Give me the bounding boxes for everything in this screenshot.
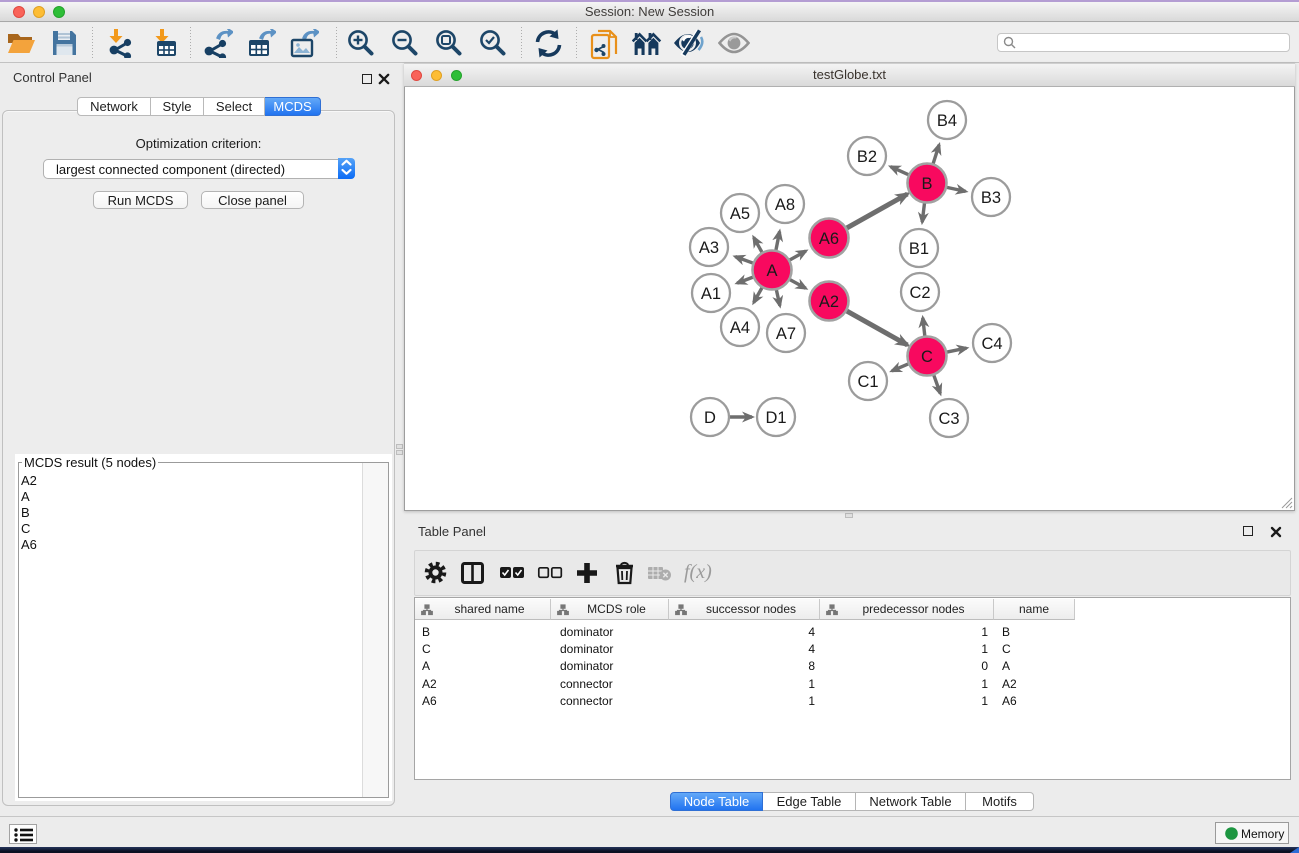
- svg-text:B3: B3: [981, 189, 1001, 207]
- svg-text:A7: A7: [776, 325, 796, 343]
- svg-text:C3: C3: [938, 410, 959, 428]
- svg-text:D1: D1: [765, 409, 786, 427]
- svg-text:C: C: [921, 348, 933, 366]
- svg-text:A1: A1: [701, 285, 721, 303]
- svg-text:C2: C2: [909, 284, 930, 302]
- svg-text:A: A: [766, 262, 777, 280]
- svg-text:C1: C1: [857, 373, 878, 391]
- svg-text:C4: C4: [981, 335, 1002, 353]
- svg-text:A5: A5: [730, 205, 750, 223]
- svg-text:A2: A2: [819, 293, 839, 311]
- svg-text:D: D: [704, 409, 716, 427]
- svg-text:A6: A6: [819, 230, 839, 248]
- svg-text:A8: A8: [775, 196, 795, 214]
- svg-text:A4: A4: [730, 319, 750, 337]
- svg-text:B: B: [921, 175, 932, 193]
- svg-text:B1: B1: [909, 240, 929, 258]
- svg-text:B4: B4: [937, 112, 957, 130]
- svg-text:B2: B2: [857, 148, 877, 166]
- svg-text:A3: A3: [699, 239, 719, 257]
